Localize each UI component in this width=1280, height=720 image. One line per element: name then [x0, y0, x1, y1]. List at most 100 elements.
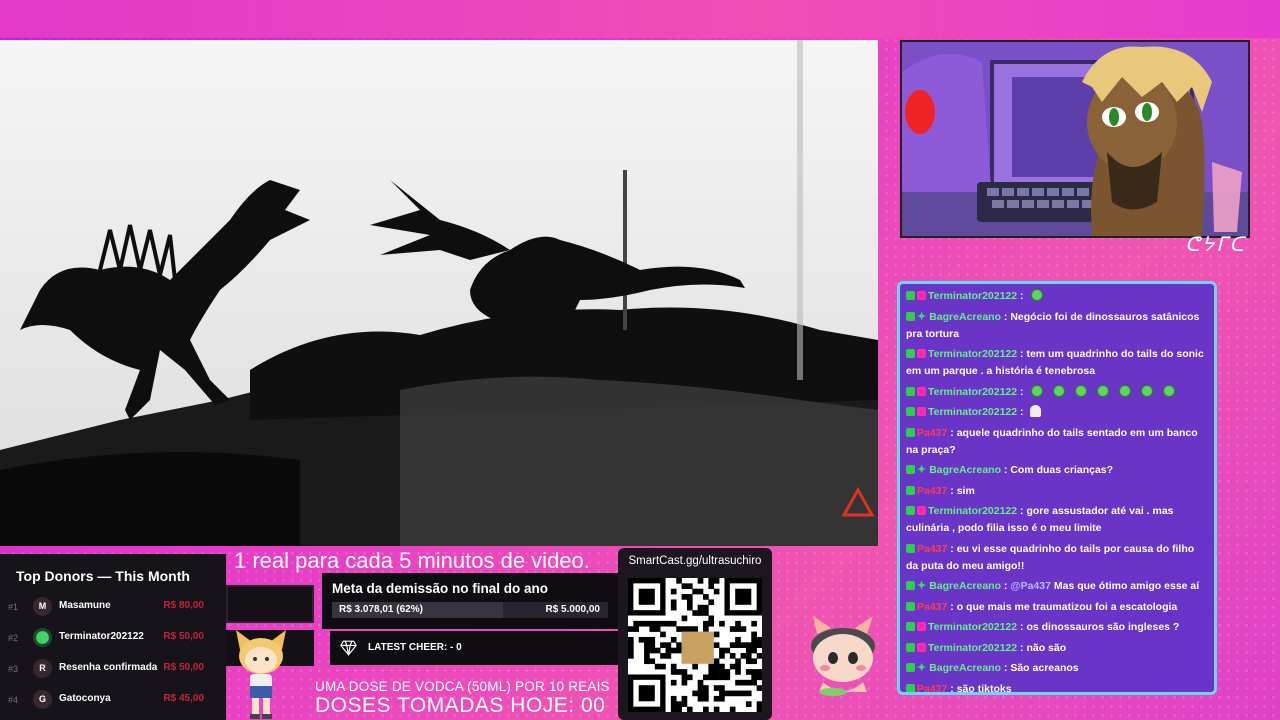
- donor-rank: #2: [8, 633, 19, 643]
- frog-emote-icon: [1031, 289, 1044, 301]
- moderator-badge-icon: [906, 427, 915, 437]
- chat-username[interactable]: BagreAcreano: [929, 311, 1001, 323]
- moderator-badge-icon: [906, 601, 915, 611]
- chat-text: sim: [956, 484, 975, 497]
- chat-username[interactable]: Terminator202122: [928, 642, 1017, 654]
- donor-amount: R$ 45,00: [163, 693, 204, 704]
- moderator-badge-icon: [906, 407, 915, 416]
- chat-separator: :: [1017, 290, 1027, 302]
- donor-name: Gatoconya: [59, 693, 111, 704]
- chat-username[interactable]: Terminator202122: [928, 621, 1017, 633]
- star-badge-icon: ✦: [917, 580, 927, 592]
- moderator-badge-icon: [906, 311, 915, 321]
- chat-message: Terminator202122 :: [906, 384, 1208, 401]
- chat-text: não são: [1026, 641, 1067, 654]
- donor-rank: #4: [8, 695, 19, 705]
- video-player[interactable]: [0, 40, 878, 546]
- moderator-badge-icon: [906, 543, 915, 553]
- vodka-rule: UMA DOSE DE VODCA (50ML) POR 10 REAIS: [315, 679, 610, 694]
- chat-separator: :: [947, 484, 957, 497]
- frog-emote-icon: [1119, 384, 1132, 397]
- moderator-badge-icon: [906, 349, 915, 358]
- top-donors-panel: Top Donors — This Month #1 M Masamune R$…: [0, 554, 226, 720]
- star-badge-icon: ✦: [917, 662, 927, 674]
- donor-avatar: M: [33, 597, 52, 616]
- latest-cheer-label: LATEST CHEER: - 0: [368, 642, 462, 653]
- chat-message: Terminator202122 : os dinossauros são in…: [906, 619, 1208, 636]
- chat-text: os dinossauros são ingleses ?: [1026, 621, 1180, 633]
- donor-amount: R$ 50,00: [163, 662, 204, 673]
- webcam-panel: [900, 40, 1250, 238]
- chat-username[interactable]: Pa437: [917, 543, 947, 555]
- chat-separator: :: [1001, 310, 1011, 323]
- subscriber-badge-icon: [917, 349, 926, 358]
- chat-message: Pa437 : são tiktoks: [906, 681, 1208, 693]
- chat-text: Com duas crianças?: [1010, 464, 1114, 476]
- frog-emote-icon: [1141, 384, 1154, 397]
- chat-username[interactable]: Terminator202122: [928, 406, 1017, 418]
- chat-username[interactable]: Terminator202122: [928, 290, 1017, 302]
- qr-code[interactable]: [628, 578, 763, 713]
- chat-message: Terminator202122 : não são: [906, 640, 1208, 657]
- donor-row: #4 G Gatoconya R$ 45,00: [8, 690, 218, 720]
- donor-name: Masamune: [59, 600, 111, 611]
- donor-row: #2 Terminator202122 R$ 50,00: [8, 628, 218, 660]
- frog-emote-icon: [1031, 384, 1044, 397]
- goal-current: R$ 3.078,01 (62%): [339, 604, 423, 615]
- chat-message: Pa437 : sim: [906, 483, 1208, 500]
- frog-emote-icon: [1075, 384, 1088, 397]
- chat-message: Terminator202122 : gore assustador até v…: [906, 503, 1208, 537]
- chat-message: Terminator202122 :: [906, 288, 1208, 305]
- goal-total: R$ 5.000,00: [545, 604, 601, 615]
- chat-mention[interactable]: @Pa437: [1010, 580, 1051, 592]
- chat-message: Pa437 : eu vi esse quadrinho do tails po…: [906, 541, 1208, 575]
- chat-username[interactable]: Pa437: [917, 683, 947, 693]
- chat-username[interactable]: Pa437: [917, 427, 947, 439]
- subscriber-badge-icon: [917, 386, 926, 396]
- qr-url: SmartCast.gg/ultrasuchiro: [628, 555, 762, 567]
- subscriber-badge-icon: [917, 642, 926, 652]
- chat-separator: :: [947, 542, 957, 555]
- donor-rank: #1: [8, 602, 19, 612]
- moderator-badge-icon: [906, 506, 915, 515]
- diamond-icon: [340, 640, 357, 656]
- chat-username[interactable]: Pa437: [917, 485, 947, 497]
- chat-username[interactable]: BagreAcreano: [929, 580, 1001, 592]
- star-badge-icon: ✦: [917, 310, 927, 323]
- subscriber-badge-icon: [917, 407, 926, 416]
- chat-username[interactable]: Terminator202122: [928, 505, 1017, 517]
- chat-separator: :: [947, 600, 957, 613]
- chat-message: Terminator202122 : tem um quadrinho do t…: [906, 346, 1208, 380]
- chat-username[interactable]: BagreAcreano: [929, 662, 1001, 674]
- cat-girl-sticker: [236, 630, 286, 719]
- chat-username[interactable]: Terminator202122: [928, 386, 1017, 398]
- moderator-badge-icon: [906, 465, 915, 474]
- chat-message: ✦ BagreAcreano : São acreanos: [906, 660, 1208, 677]
- goal-progress-bar: R$ 3.078,01 (62%) R$ 5.000,00: [332, 602, 608, 618]
- moderator-badge-icon: [906, 291, 915, 300]
- top-band: [0, 0, 1280, 38]
- subscriber-badge-icon: [917, 622, 926, 631]
- subscriber-badge-icon: [917, 291, 926, 300]
- chat-username[interactable]: Pa437: [917, 601, 947, 613]
- chat-panel[interactable]: Terminator202122 : ✦ BagreAcreano : Negóc…: [897, 281, 1217, 695]
- vodka-count: DOSES TOMADAS HOJE: 00: [315, 694, 606, 717]
- donor-name: Resenha confirmada: [59, 662, 158, 673]
- ghost-emote-icon: [1030, 405, 1042, 417]
- qr-panel: SmartCast.gg/ultrasuchiro: [618, 548, 772, 720]
- top-donors-title: Top Donors — This Month: [16, 568, 190, 584]
- latest-cheer: LATEST CHEER: - 0: [330, 631, 618, 665]
- moderator-badge-icon: [906, 642, 915, 652]
- donation-goal: Meta da demissão no final do ano R$ 3.07…: [322, 573, 618, 629]
- chat-message: Pa437 : aquele quadrinho do tails sentad…: [906, 425, 1208, 459]
- chat-username[interactable]: Terminator202122: [928, 348, 1017, 360]
- frog-emote-icon: [1097, 384, 1110, 397]
- moderator-badge-icon: [906, 386, 915, 396]
- chat-message: Terminator202122 :: [906, 404, 1208, 421]
- chat-message: ✦ BagreAcreano : Negócio foi de dinossaur…: [906, 309, 1208, 343]
- frog-emote-icon: [1053, 384, 1066, 397]
- chat-username[interactable]: BagreAcreano: [929, 464, 1001, 476]
- chat-text: São acreanos: [1010, 662, 1079, 674]
- chat-separator: :: [947, 426, 957, 439]
- donor-row: #1 M Masamune R$ 80,00: [8, 597, 218, 629]
